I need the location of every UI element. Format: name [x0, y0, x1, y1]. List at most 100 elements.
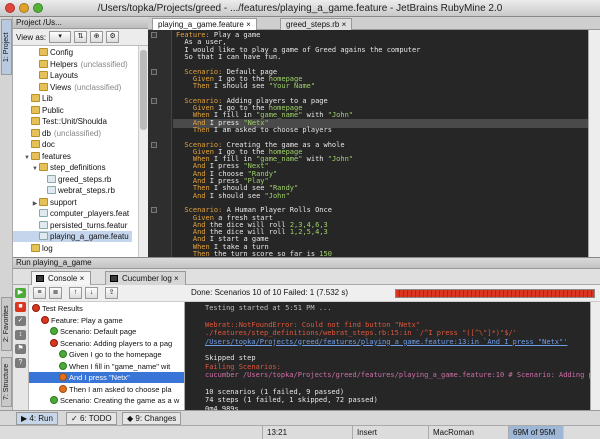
tree-item[interactable]: ▼ step_definitions	[13, 162, 109, 173]
down-arrow-icon[interactable]: ↓	[85, 287, 98, 299]
pin-icon[interactable]: ✓	[15, 316, 26, 326]
run-tab-bar: Console × Cucumber log ×	[13, 269, 600, 285]
failed-icon	[59, 373, 67, 381]
view-mode-dropdown[interactable]: ▾	[49, 31, 72, 43]
help-icon[interactable]: ?	[15, 358, 26, 368]
test-result-label: And I press "Netx"	[69, 373, 130, 382]
scroll-from-source-icon[interactable]: ⊕	[90, 31, 104, 43]
tree-item[interactable]: Views (unclassified)	[13, 82, 121, 93]
rerun-icon[interactable]: ▶	[15, 288, 26, 298]
folder-icon	[31, 105, 40, 114]
project-tool-tab[interactable]: 1: Project	[1, 19, 12, 75]
test-result-item[interactable]: Given I go to the homepage	[29, 349, 184, 360]
folder-icon	[31, 94, 40, 102]
tree-item[interactable]: Test::Unit/Shoulda	[13, 116, 110, 127]
view-as-bar: View as: ▾ ⇅ ⊕ ⚙	[13, 29, 148, 46]
filter-icon[interactable]: ⚑	[15, 344, 26, 354]
folder-icon	[39, 82, 48, 91]
tree-item-label: doc	[42, 140, 55, 149]
stop-icon[interactable]: ■	[15, 302, 26, 312]
expand-all-icon[interactable]: ≡	[33, 287, 46, 299]
folder-icon	[31, 117, 40, 125]
code-token: "John"	[264, 191, 290, 200]
folder-icon	[31, 151, 40, 160]
code-area[interactable]: Feature: Play a game As a user, I would …	[173, 30, 588, 257]
up-arrow-icon[interactable]: ↑	[69, 287, 82, 299]
tab-playing-a-game-feature[interactable]: playing_a_game.feature ×	[152, 18, 257, 30]
code-token: Then	[176, 125, 210, 134]
code-token: I am asked to choose players	[209, 125, 332, 134]
collapse-all-results-icon[interactable]: ≣	[49, 287, 62, 299]
tree-item[interactable]: persisted_turns.featur	[13, 220, 130, 231]
code-line[interactable]: Then I should see "Your Name"	[176, 82, 315, 91]
tree-item[interactable]: playing_a_game.featu	[13, 231, 132, 242]
folder-icon	[31, 128, 40, 137]
tree-item[interactable]: ▶ support	[13, 197, 80, 208]
results-toolbar: ≡ ≣ ↑ ↓ ⇪	[29, 285, 185, 302]
collapse-all-icon[interactable]: ⇅	[74, 31, 88, 43]
tree-item-label: Layouts	[50, 71, 79, 80]
tree-item-label: features	[42, 151, 71, 161]
test-result-item[interactable]: Then I am asked to choose pla	[29, 384, 184, 395]
editor-scrollbar[interactable]	[588, 30, 600, 257]
tree-item[interactable]: log	[13, 243, 56, 254]
tree-item[interactable]: Helpers (unclassified)	[13, 59, 128, 70]
fold-marker-icon[interactable]	[151, 207, 157, 214]
test-result-item[interactable]: And I press "Netx"	[29, 372, 184, 383]
test-result-item[interactable]: Feature: Play a game	[29, 315, 184, 326]
sort-icon[interactable]: ↕	[15, 330, 26, 340]
changes-tool-tab[interactable]: ◆ 9: Changes	[122, 412, 182, 425]
fold-marker-icon[interactable]	[151, 32, 157, 38]
file-encoding[interactable]: MacRoman	[428, 426, 478, 439]
test-result-item[interactable]: Scenario: Adding players to a pag	[29, 338, 184, 349]
tree-item[interactable]: computer_players.feat	[13, 208, 132, 219]
tree-item[interactable]: Layouts	[13, 70, 81, 81]
fold-marker-icon[interactable]	[151, 141, 157, 148]
test-result-label: Feature: Play a game	[51, 315, 123, 325]
console-output[interactable]: Testing started at 5:51 PM ... Webrat::No…	[185, 302, 590, 410]
tab-greed-steps-rb[interactable]: greed_steps.rb ×	[280, 18, 353, 30]
tree-item[interactable]: ▼ features	[13, 151, 74, 162]
test-result-item[interactable]: Scenario: Default page	[29, 326, 184, 337]
tree-item-note: (unclassified)	[74, 82, 122, 92]
run-tool-tab[interactable]: ▶ 4: Run	[16, 412, 58, 425]
test-result-label: Scenario: Default page	[60, 327, 137, 336]
code-token: 1,2,5,4,3	[289, 228, 328, 237]
fold-marker-icon[interactable]	[151, 68, 157, 75]
console-line[interactable]: /Users/topka/Projects/greed/features/pla…	[205, 338, 567, 347]
tree-item-label: log	[42, 243, 53, 253]
code-editor[interactable]: Feature: Play a game As a user, I would …	[148, 30, 600, 257]
test-result-item[interactable]: When I fill in "game_name" wit	[29, 361, 184, 372]
tree-item-label: Lib	[42, 94, 53, 103]
caret-position[interactable]: 13:21	[262, 426, 291, 439]
code-line[interactable]: Then I am asked to choose players	[176, 126, 332, 135]
fold-marker-icon[interactable]	[151, 97, 157, 104]
favorites-tool-tab[interactable]: 2: Favorites	[1, 297, 12, 351]
settings-icon[interactable]: ⚙	[106, 31, 120, 43]
tree-item[interactable]: doc	[13, 139, 58, 150]
editor-gutter	[148, 30, 172, 257]
project-tree-scrollbar[interactable]	[138, 46, 148, 257]
tree-item[interactable]: db (unclassified)	[13, 128, 101, 139]
export-icon[interactable]: ⇪	[105, 287, 118, 299]
tab-console[interactable]: Console ×	[31, 271, 92, 285]
memory-indicator[interactable]: 69M of 95M	[508, 426, 600, 439]
test-result-label: Scenario: Adding players to a pag	[60, 338, 173, 348]
tree-item-label: step_definitions	[50, 163, 106, 172]
tree-item[interactable]: Public	[13, 105, 67, 116]
code-token: the turn score so far is	[209, 250, 320, 257]
structure-tool-tab[interactable]: 7: Structure	[1, 357, 12, 407]
console-scrollbar[interactable]	[590, 302, 600, 410]
code-line[interactable]: So that I can have fun.	[176, 53, 281, 62]
todo-tool-tab[interactable]: ✓ 6: TODO	[66, 412, 117, 425]
tree-item[interactable]: webrat_steps.rb	[13, 185, 118, 196]
tree-item[interactable]: Config	[13, 47, 76, 58]
tab-cucumber-log[interactable]: Cucumber log ×	[105, 271, 186, 285]
tree-item[interactable]: greed_steps.rb	[13, 174, 114, 185]
test-result-item[interactable]: Scenario: Creating the game as a w	[29, 395, 184, 406]
code-line[interactable]: Then the turn score so far is 150	[176, 250, 332, 257]
code-line[interactable]: And I should see "John"	[176, 192, 290, 201]
run-status-bar: Done: Scenarios 10 of 10 Failed: 1 (7.53…	[185, 285, 600, 302]
test-result-item[interactable]: Test Results	[29, 303, 184, 314]
tree-item[interactable]: Lib	[13, 93, 56, 104]
